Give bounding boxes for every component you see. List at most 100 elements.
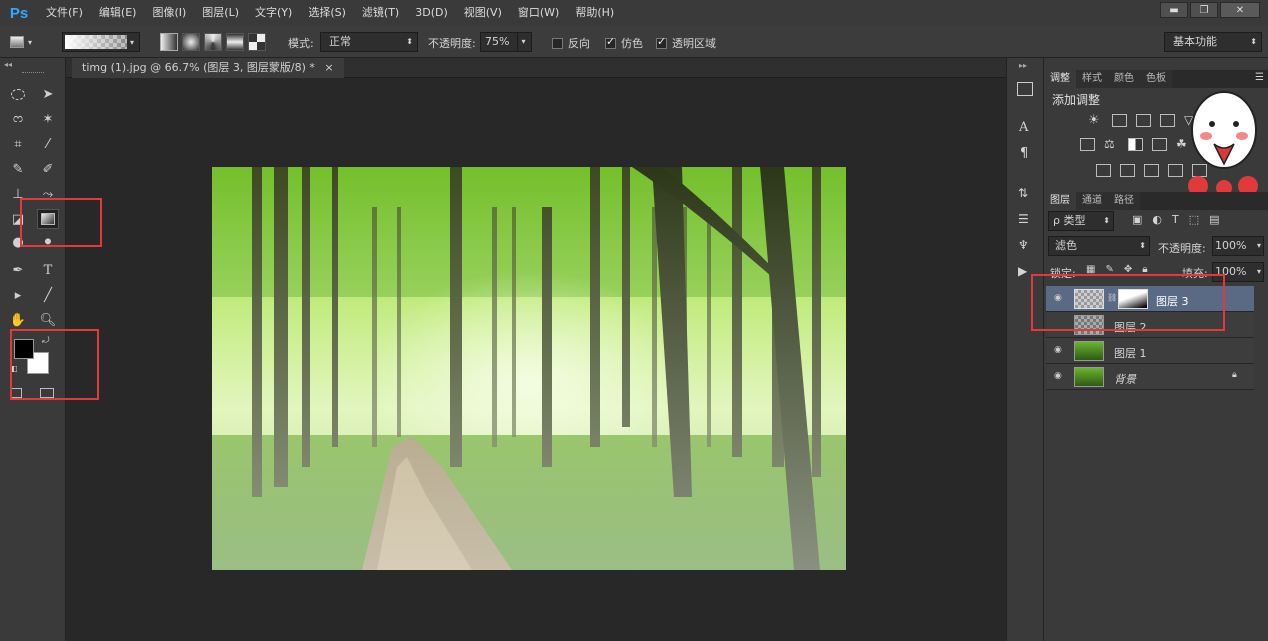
menu-image[interactable]: 图像(I) bbox=[144, 0, 194, 26]
paragraph-panel-icon[interactable]: ¶ bbox=[1020, 146, 1028, 161]
layer-filter-icons: ▣ ◐ T ⬚ ▤ bbox=[1132, 213, 1220, 226]
adjustment-filter-icon[interactable]: ◐ bbox=[1152, 213, 1162, 226]
document-tab[interactable]: timg (1).jpg @ 66.7% (图层 3, 图层蒙版/8) * × bbox=[72, 58, 344, 78]
layer-thumbnail bbox=[1074, 341, 1104, 361]
menu-view[interactable]: 视图(V) bbox=[456, 0, 510, 26]
gradient-picker[interactable]: ▾ bbox=[62, 32, 140, 52]
chevron-updown-icon: ⬍ bbox=[1139, 241, 1146, 250]
menu-3d[interactable]: 3D(D) bbox=[407, 0, 456, 26]
tab-color[interactable]: 颜色 bbox=[1108, 70, 1140, 88]
properties-panel-icon[interactable]: ☰ bbox=[1018, 212, 1029, 226]
tab-swatches[interactable]: 色板 bbox=[1140, 70, 1172, 88]
layer-name: 图层 1 bbox=[1114, 347, 1147, 360]
blend-mode-select[interactable]: 滤色 ⬍ bbox=[1048, 236, 1150, 256]
character-panel-icon[interactable]: A bbox=[1019, 120, 1028, 135]
tab-paths[interactable]: 路径 bbox=[1108, 192, 1140, 210]
reverse-option[interactable]: 反向 bbox=[552, 35, 590, 51]
path-select-icon[interactable]: ▸ bbox=[7, 285, 29, 305]
reflected-gradient-button[interactable] bbox=[226, 33, 244, 51]
collapse-arrows-icon[interactable]: ▸▸ bbox=[1019, 61, 1027, 70]
healing-brush-icon[interactable]: ✎ bbox=[7, 159, 29, 179]
eye-icon[interactable]: ◉ bbox=[1054, 346, 1065, 355]
hand-icon[interactable]: ✋ bbox=[7, 310, 29, 330]
magic-wand-icon[interactable]: ✶ bbox=[37, 109, 59, 129]
transparency-option[interactable]: 透明区域 bbox=[656, 35, 716, 51]
lasso-icon[interactable]: ᦂ bbox=[7, 109, 29, 129]
layer-opacity-label: 不透明度: bbox=[1158, 242, 1206, 255]
smart-object-filter-icon[interactable]: ▤ bbox=[1209, 213, 1219, 226]
reverse-checkbox[interactable] bbox=[552, 37, 563, 49]
panel-menu-icon[interactable]: ☰ bbox=[1255, 72, 1264, 83]
zoom-icon[interactable]: 🔍︎ bbox=[37, 310, 59, 330]
menu-file[interactable]: 文件(F) bbox=[38, 0, 91, 26]
collapse-arrows-icon[interactable]: ◂◂ bbox=[4, 60, 12, 69]
dither-option[interactable]: 仿色 bbox=[605, 35, 643, 51]
color-balance-icon[interactable]: ⚖ bbox=[1104, 138, 1119, 151]
menu-window[interactable]: 窗口(W) bbox=[510, 0, 567, 26]
history-panel-icon[interactable] bbox=[1017, 82, 1033, 96]
layer-opacity-field[interactable]: 100% ▾ bbox=[1212, 236, 1264, 256]
black-white-icon[interactable] bbox=[1128, 138, 1143, 151]
layer-filter-select[interactable]: ρ 类型 ⬍ bbox=[1048, 211, 1114, 231]
chevron-down-icon: ▾ bbox=[130, 37, 135, 47]
type-filter-icon[interactable]: T bbox=[1172, 213, 1179, 226]
play-icon[interactable]: ▶ bbox=[1018, 264, 1027, 278]
restore-button[interactable]: ❐ bbox=[1190, 2, 1218, 18]
layer-row[interactable]: ◉ 图层 1 bbox=[1046, 338, 1254, 364]
eyedropper-icon[interactable]: ⁄ bbox=[37, 134, 59, 154]
photo-filter-icon[interactable] bbox=[1152, 138, 1167, 151]
menu-select[interactable]: 选择(S) bbox=[300, 0, 354, 26]
workspace-value: 基本功能 bbox=[1173, 35, 1217, 48]
menu-help[interactable]: 帮助(H) bbox=[567, 0, 622, 26]
threshold-icon[interactable] bbox=[1144, 164, 1159, 177]
panel-icon-strip: ▸▸ A ¶ ⇅ ☰ ♆ ▶ bbox=[1006, 58, 1044, 641]
gradient-tool-preset[interactable]: ▾ bbox=[10, 33, 44, 51]
menu-layer[interactable]: 图层(L) bbox=[194, 0, 247, 26]
menu-edit[interactable]: 编辑(E) bbox=[91, 0, 145, 26]
opacity-field[interactable]: 75% ▾ bbox=[480, 32, 532, 52]
posterize-icon[interactable] bbox=[1120, 164, 1135, 177]
layer-row[interactable]: ◉ 背景 🔒︎ bbox=[1046, 364, 1254, 390]
brush-icon[interactable]: ✐ bbox=[37, 159, 59, 179]
tab-channels[interactable]: 通道 bbox=[1076, 192, 1108, 210]
curves-icon[interactable] bbox=[1136, 114, 1151, 127]
forest-photo[interactable] bbox=[212, 167, 846, 570]
reverse-label: 反向 bbox=[568, 37, 590, 50]
move-icon[interactable]: ➤ bbox=[37, 84, 59, 104]
mode-select[interactable]: 正常 ⬍ bbox=[320, 32, 418, 52]
marquee-icon[interactable] bbox=[7, 84, 29, 104]
diamond-gradient-button[interactable] bbox=[248, 33, 266, 51]
radial-gradient-button[interactable] bbox=[182, 33, 200, 51]
close-tab-icon[interactable]: × bbox=[324, 61, 333, 74]
pen-icon[interactable]: ✒ bbox=[7, 260, 29, 280]
close-button[interactable]: ✕ bbox=[1220, 2, 1260, 18]
type-icon[interactable]: T bbox=[37, 260, 59, 280]
actions-panel-icon[interactable]: ⇅ bbox=[1018, 186, 1028, 200]
minimize-button[interactable]: ▬ bbox=[1160, 2, 1188, 18]
gradient-map-icon[interactable] bbox=[1168, 164, 1183, 177]
tab-layers[interactable]: 图层 bbox=[1044, 192, 1076, 210]
linear-gradient-button[interactable] bbox=[160, 33, 178, 51]
menu-type[interactable]: 文字(Y) bbox=[247, 0, 300, 26]
crop-icon[interactable]: ⌗ bbox=[7, 134, 29, 154]
hue-saturation-icon[interactable] bbox=[1080, 138, 1095, 151]
line-icon[interactable]: ╱ bbox=[37, 285, 59, 305]
workspace-select[interactable]: 基本功能 ⬍ bbox=[1164, 32, 1262, 52]
transparency-checkbox[interactable] bbox=[656, 35, 667, 49]
eye-icon[interactable]: ◉ bbox=[1054, 372, 1065, 381]
invert-icon[interactable] bbox=[1096, 164, 1111, 177]
tab-styles[interactable]: 样式 bbox=[1076, 70, 1108, 88]
pixel-filter-icon[interactable]: ▣ bbox=[1132, 213, 1142, 226]
blend-mode-value: 滤色 bbox=[1055, 239, 1077, 252]
layers-tabs: 图层 通道 路径 bbox=[1044, 192, 1268, 210]
exposure-icon[interactable] bbox=[1160, 114, 1175, 127]
menu-filter[interactable]: 滤镜(T) bbox=[354, 0, 407, 26]
dither-checkbox[interactable] bbox=[605, 35, 616, 49]
tab-adjustments[interactable]: 调整 bbox=[1044, 70, 1076, 88]
shape-filter-icon[interactable]: ⬚ bbox=[1189, 213, 1199, 226]
levels-icon[interactable] bbox=[1112, 114, 1127, 127]
angle-gradient-button[interactable] bbox=[204, 33, 222, 51]
brush-panel-icon[interactable]: ♆ bbox=[1018, 238, 1029, 252]
foreground-color-swatch[interactable] bbox=[14, 339, 34, 359]
brightness-icon[interactable]: ☀ bbox=[1088, 114, 1103, 127]
